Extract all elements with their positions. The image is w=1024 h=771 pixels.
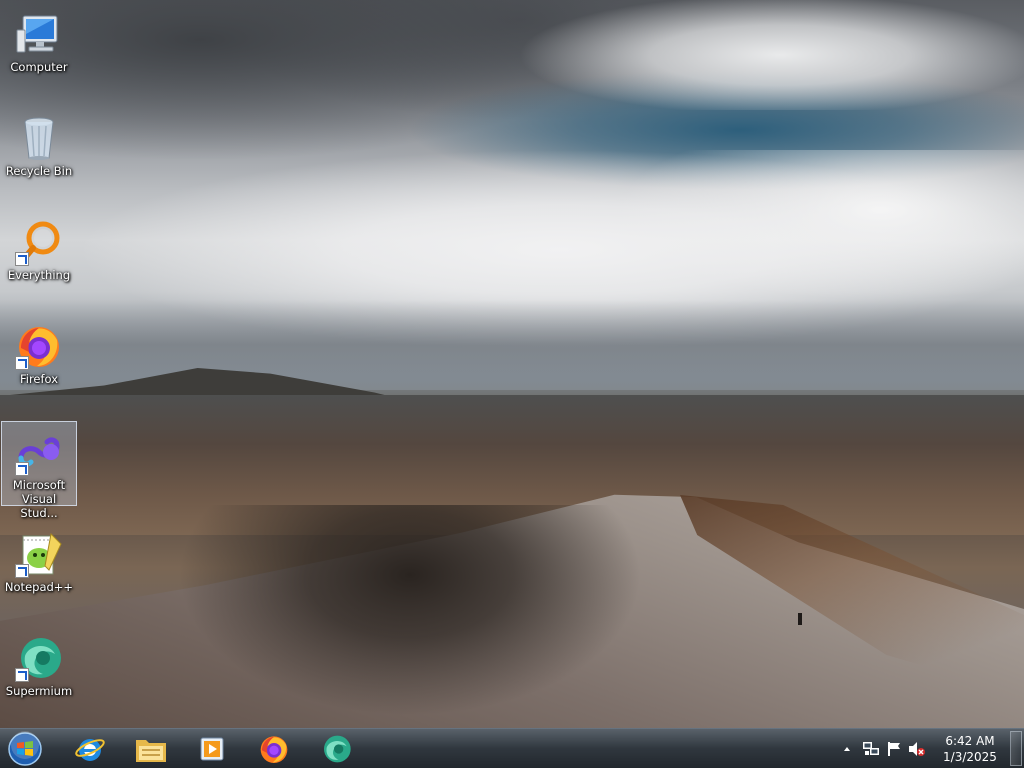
desktop-icon-label: Everything (7, 268, 71, 282)
desktop-icon-label: Recycle Bin (5, 164, 73, 178)
taskbar: 6:42 AM 1/3/2025 (0, 728, 1024, 768)
supermium-icon (324, 735, 351, 763)
show-hidden-icons-button[interactable] (842, 741, 852, 757)
desktop-icon-notepad-plus-plus[interactable]: Notepad++ (1, 524, 77, 608)
shortcut-arrow-icon (15, 668, 29, 682)
show-desktop-button[interactable] (1010, 731, 1022, 766)
taskbar-clock[interactable]: 6:42 AM 1/3/2025 (936, 733, 1004, 765)
desktop-icon-firefox[interactable]: Firefox (1, 316, 77, 400)
firefox-icon (260, 736, 288, 763)
desktop-icon-supermium[interactable]: Supermium (1, 628, 77, 712)
desktop-icon-everything[interactable]: Everything (1, 212, 77, 296)
clock-date: 1/3/2025 (943, 750, 997, 764)
shortcut-arrow-icon (15, 356, 29, 370)
clock-time: 6:42 AM (945, 734, 995, 748)
taskbar-firefox[interactable] (246, 731, 302, 767)
shortcut-arrow-icon (15, 564, 29, 578)
desktop-wallpaper: Computer Recycle Bin Everything Firefox … (0, 0, 1024, 728)
file-explorer-icon (136, 740, 166, 762)
taskbar-internet-explorer[interactable] (62, 731, 118, 767)
wallpaper-cloud-upper (520, 0, 1024, 110)
desktop-icon-visual-studio[interactable]: Microsoft Visual Stud... (1, 421, 77, 520)
desktop-icon-recycle-bin[interactable]: Recycle Bin (1, 108, 77, 192)
shortcut-arrow-icon (15, 252, 29, 266)
volume-tray-button[interactable] (908, 741, 926, 757)
action-center-flag-icon (888, 742, 900, 756)
network-icon (863, 742, 879, 755)
action-center-tray-button[interactable] (886, 741, 902, 757)
everything-search-icon (15, 218, 63, 266)
recycle-bin-icon (15, 114, 63, 162)
desktop-icon-label: Microsoft Visual Stud... (12, 478, 66, 520)
system-tray: 6:42 AM 1/3/2025 (834, 729, 1024, 769)
supermium-icon (15, 634, 63, 682)
computer-icon (15, 10, 63, 58)
volume-muted-icon (909, 742, 925, 756)
wallpaper-ridge-rocks (150, 505, 650, 728)
desktop-icon-label: Computer (10, 60, 68, 74)
desktop-icon-label: Firefox (19, 372, 59, 386)
shortcut-arrow-icon (15, 462, 29, 476)
desktop-icon-label: Notepad++ (4, 580, 74, 594)
internet-explorer-icon (75, 739, 105, 761)
network-tray-button[interactable] (862, 741, 880, 757)
visual-studio-icon (15, 428, 63, 476)
media-player-icon (200, 737, 224, 761)
taskbar-file-explorer[interactable] (123, 731, 179, 767)
desktop-icon-computer[interactable]: Computer (1, 4, 77, 88)
chevron-up-icon (844, 747, 850, 751)
start-button[interactable] (6, 731, 44, 767)
notepad-plus-plus-icon (15, 530, 63, 578)
firefox-icon (15, 322, 63, 370)
wallpaper-hiker (798, 613, 802, 625)
taskbar-media-player[interactable] (184, 731, 240, 767)
desktop-icon-label: Supermium (5, 684, 73, 698)
windows-start-orb-icon (8, 731, 42, 766)
taskbar-supermium[interactable] (308, 731, 364, 767)
